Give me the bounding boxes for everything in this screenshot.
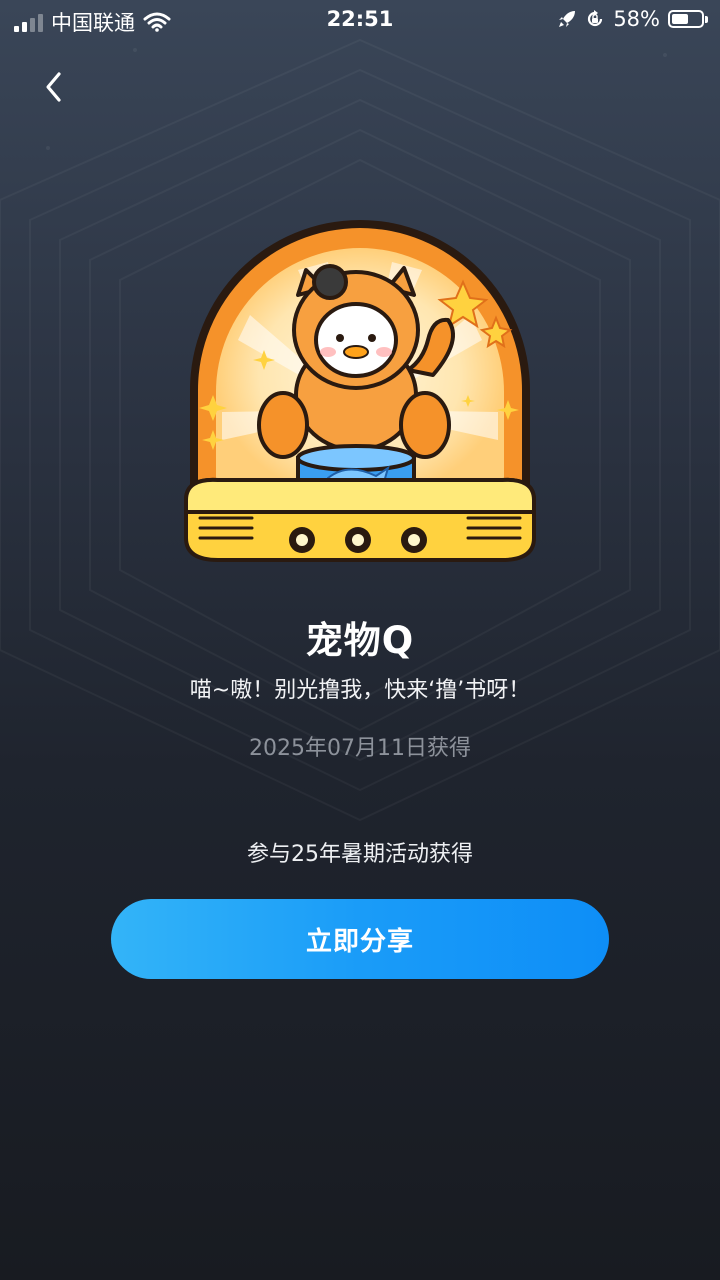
battery-icon [668, 10, 708, 28]
back-button[interactable] [30, 62, 80, 112]
chevron-left-icon [46, 72, 61, 102]
badge-title: 宠物Q [305, 619, 415, 662]
status-bar: 中国联通 22:51 58% [0, 0, 720, 40]
badge-illustration [184, 220, 536, 562]
share-button[interactable]: 立即分享 [111, 899, 609, 979]
battery-percent: 58% [613, 7, 660, 31]
rotation-lock-icon [588, 10, 603, 27]
obtained-date: 2025年07月11日获得 [249, 736, 471, 761]
rocket-icon [559, 11, 576, 27]
badge-slogan: 喵~嗷！别光撸我，快来‘撸’书呀！ [189, 678, 531, 703]
badge-description: 参与25年暑期活动获得 [247, 842, 473, 867]
